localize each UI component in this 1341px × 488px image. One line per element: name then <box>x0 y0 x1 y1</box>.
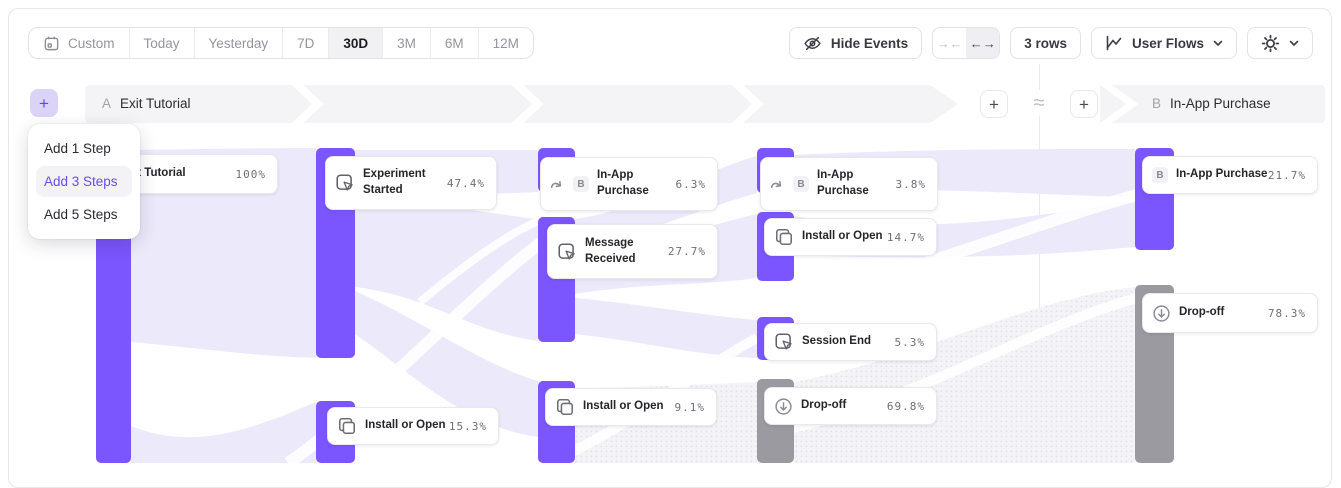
date-range-7d[interactable]: 7D <box>283 28 329 58</box>
node-drop-off-card[interactable]: Drop-off 69.8% <box>764 387 937 425</box>
date-range-label: 12M <box>493 36 519 51</box>
toolbar: Custom Today Yesterday 7D 30D 3M 6M 12M Hide Ev… <box>28 27 1313 59</box>
step-header-a: A Exit Tutorial <box>102 96 191 111</box>
add-step-before-b-button[interactable]: + <box>1070 90 1098 118</box>
node-in-app-purchase-card[interactable]: B In-App Purchase 3.8% <box>760 157 938 211</box>
node-percentage: 3.8% <box>896 178 927 191</box>
node-label: Drop-off <box>1179 305 1260 321</box>
node-percentage: 100% <box>236 168 267 181</box>
hide-events-label: Hide Events <box>831 36 908 51</box>
node-label: Install or Open <box>802 229 879 245</box>
node-label: Drop-off <box>801 398 879 414</box>
date-range-30d[interactable]: 30D <box>329 28 383 58</box>
date-range-custom[interactable]: Custom <box>29 28 130 58</box>
node-label: In-App Purchase <box>1176 167 1260 183</box>
node-in-app-purchase-card[interactable]: B In-App Purchase 21.7% <box>1142 156 1318 194</box>
skip-arrow-icon <box>550 177 565 192</box>
step-letter-b: B <box>1152 96 1161 111</box>
node-percentage: 15.3% <box>449 420 487 433</box>
flow-canvas: Exit Tutorial 100% Experiment Started 47.4%… <box>0 0 1341 463</box>
date-range-12m[interactable]: 12M <box>479 28 533 58</box>
date-range-label: 7D <box>297 36 314 51</box>
node-install-or-open-card[interactable]: Install or Open 9.1% <box>545 388 717 426</box>
step-header-band-a[interactable] <box>85 81 958 127</box>
badge-b: B <box>1152 167 1168 183</box>
step-letter-a: A <box>102 96 111 111</box>
date-range-yesterday[interactable]: Yesterday <box>195 28 284 58</box>
node-percentage: 69.8% <box>887 400 925 413</box>
node-install-or-open-card[interactable]: Install or Open 14.7% <box>764 218 937 256</box>
chart-type-dropdown[interactable]: User Flows <box>1091 27 1237 59</box>
node-label: Message Received <box>585 236 660 267</box>
node-install-or-open-card[interactable]: Install or Open 15.3% <box>327 407 499 445</box>
click-icon <box>335 173 355 193</box>
node-in-app-purchase-card[interactable]: B In-App Purchase 6.3% <box>540 157 718 211</box>
date-range-label: 3M <box>397 36 416 51</box>
hide-events-button[interactable]: Hide Events <box>789 27 922 59</box>
chevron-down-icon <box>1289 40 1299 47</box>
node-percentage: 21.7% <box>1268 169 1306 182</box>
menu-item-add-1-step[interactable]: Add 1 Step <box>28 132 140 165</box>
node-percentage: 14.7% <box>887 231 925 244</box>
rows-button[interactable]: 3 rows <box>1010 27 1081 59</box>
rows-label: 3 rows <box>1024 36 1067 51</box>
node-percentage: 5.3% <box>895 336 926 349</box>
date-range-label: 6M <box>445 36 464 51</box>
step-title-b: In-App Purchase <box>1170 96 1271 111</box>
date-range-today[interactable]: Today <box>130 28 195 58</box>
app-icon <box>774 227 794 247</box>
date-range-label: Today <box>144 36 180 51</box>
date-range-6m[interactable]: 6M <box>431 28 479 58</box>
app-icon <box>337 416 357 436</box>
menu-item-add-3-steps[interactable]: Add 3 Steps <box>36 166 132 197</box>
date-range-label: Custom <box>68 36 115 51</box>
dropoff-icon <box>1152 304 1171 323</box>
calendar-icon <box>43 35 60 52</box>
date-range-label: 30D <box>343 36 368 51</box>
node-label: In-App Purchase <box>597 168 668 199</box>
node-label: In-App Purchase <box>817 168 888 199</box>
flow-ribbon-flow <box>131 402 316 463</box>
approx-divider-icon: ≈ <box>1028 90 1050 116</box>
click-icon <box>774 332 794 352</box>
node-percentage: 27.7% <box>668 245 706 258</box>
date-range-3m[interactable]: 3M <box>383 28 431 58</box>
eye-off-icon <box>803 34 822 53</box>
chevron-down-icon <box>1213 40 1223 47</box>
collapse-columns-icon[interactable]: →← <box>933 28 966 58</box>
badge-b: B <box>573 176 589 192</box>
node-percentage: 9.1% <box>675 401 706 414</box>
node-label: Session End <box>802 334 887 350</box>
node-drop-off-card[interactable]: Drop-off 78.3% <box>1142 293 1318 333</box>
add-step-end-a-button[interactable]: + <box>980 90 1008 118</box>
node-label: Install or Open <box>365 418 441 434</box>
node-percentage: 78.3% <box>1268 307 1306 320</box>
menu-item-add-5-steps[interactable]: Add 5 Steps <box>28 198 140 231</box>
line-chart-icon <box>1105 34 1123 52</box>
node-percentage: 47.4% <box>447 177 485 190</box>
step-header-b: B In-App Purchase <box>1152 96 1271 111</box>
dropoff-icon <box>774 397 793 416</box>
node-label: Experiment Started <box>363 167 439 198</box>
expand-columns-icon[interactable]: ←→ <box>966 28 999 58</box>
badge-b: B <box>793 176 809 192</box>
node-percentage: 6.3% <box>676 178 707 191</box>
date-range-label: Yesterday <box>209 36 269 51</box>
settings-dropdown[interactable] <box>1247 27 1313 59</box>
chart-type-label: User Flows <box>1132 36 1204 51</box>
date-range-group: Custom Today Yesterday 7D 30D 3M 6M 12M <box>28 27 534 59</box>
toolbar-right: Hide Events →← ←→ 3 rows User Flows <box>789 27 1313 59</box>
skip-arrow-icon <box>770 177 785 192</box>
width-toggle: →← ←→ <box>932 27 1000 59</box>
step-title-a: Exit Tutorial <box>120 96 191 111</box>
node-label: Install or Open <box>583 399 667 415</box>
node-experiment-started-card[interactable]: Experiment Started 47.4% <box>325 156 497 210</box>
node-session-end-card[interactable]: Session End 5.3% <box>764 323 937 361</box>
app-icon <box>555 397 575 417</box>
node-message-received-card[interactable]: Message Received 27.7% <box>547 224 718 279</box>
add-step-before-button[interactable]: + <box>30 89 58 117</box>
add-steps-menu: Add 1 StepAdd 3 StepsAdd 5 Steps <box>28 124 140 239</box>
click-icon <box>557 242 577 262</box>
gear-icon <box>1261 34 1280 53</box>
